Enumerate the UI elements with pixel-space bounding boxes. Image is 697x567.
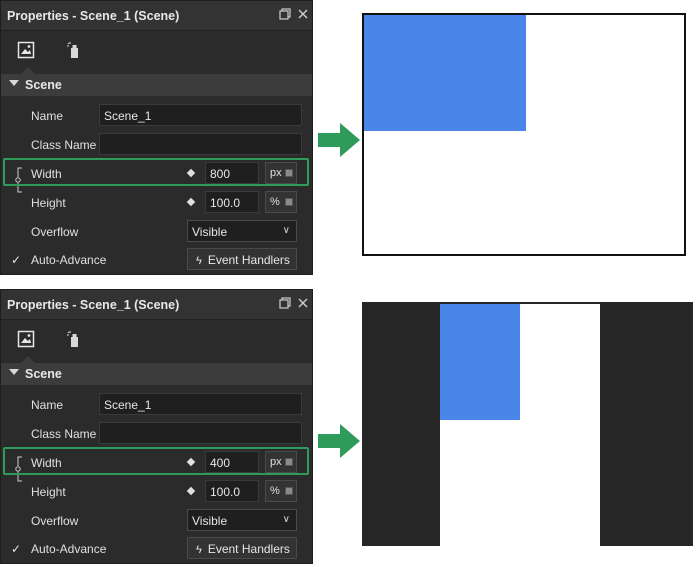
width-row-highlight: [3, 447, 309, 475]
keyframe-diamond-icon[interactable]: [186, 486, 196, 496]
chevron-down-icon: ∨: [282, 514, 290, 525]
blue-element: [440, 304, 520, 420]
scene-preview-1: [362, 13, 686, 256]
name-label: Name: [31, 398, 64, 412]
restore-window-icon[interactable]: [278, 297, 292, 311]
panel-titlebar: Properties - Scene_1 (Scene): [1, 290, 312, 320]
width-row-highlight: [3, 158, 309, 186]
blue-element: [364, 15, 526, 131]
overflow-value: Visible: [192, 225, 228, 239]
image-icon[interactable]: [17, 330, 37, 350]
properties-panel-1: Properties - Scene_1 (Scene) Scene Name …: [0, 0, 313, 275]
name-label: Name: [31, 109, 64, 123]
overflow-value: Visible: [192, 514, 228, 528]
properties-panel-2: Properties - Scene_1 (Scene) Scene Name …: [0, 289, 313, 564]
lightning-icon: ϟ: [196, 544, 202, 556]
overflow-label: Overflow: [31, 514, 79, 528]
class-name-input[interactable]: [99, 133, 302, 155]
class-name-label: Class Name: [31, 138, 97, 152]
collapse-caret-icon[interactable]: [9, 80, 19, 86]
scene-preview-2: [362, 302, 693, 546]
arrow-right-icon: [318, 424, 360, 458]
overflow-label: Overflow: [31, 225, 79, 239]
height-label: Height: [31, 196, 66, 210]
close-icon[interactable]: [296, 8, 310, 22]
height-unit: %: [270, 196, 280, 208]
keyframe-diamond-icon[interactable]: [186, 197, 196, 207]
lightning-icon: ϟ: [196, 255, 202, 267]
checkmark-icon[interactable]: ✓: [11, 254, 23, 266]
overflow-select[interactable]: Visible ∨: [187, 509, 297, 531]
height-label: Height: [31, 485, 66, 499]
arrow-right-icon: [318, 123, 360, 157]
height-unit-selector[interactable]: %: [265, 480, 297, 502]
checkmark-icon[interactable]: ✓: [11, 543, 23, 555]
auto-advance-label: Auto-Advance: [31, 253, 107, 267]
tab-pointer: [21, 67, 35, 74]
tab-pointer: [21, 356, 35, 363]
section-label: Scene: [25, 78, 62, 92]
name-input[interactable]: Scene_1: [99, 104, 302, 126]
event-handlers-label: Event Handlers: [207, 253, 290, 267]
overflow-select[interactable]: Visible ∨: [187, 220, 297, 242]
panel-title: Properties - Scene_1 (Scene): [7, 9, 180, 23]
section-label: Scene: [25, 367, 62, 381]
height-unit: %: [270, 485, 280, 497]
name-input[interactable]: Scene_1: [99, 393, 302, 415]
panel-toolbar: [1, 320, 312, 362]
class-name-input[interactable]: [99, 422, 302, 444]
auto-advance-label: Auto-Advance: [31, 542, 107, 556]
close-icon[interactable]: [296, 297, 310, 311]
panel-toolbar: [1, 31, 312, 73]
event-handlers-button[interactable]: ϟ Event Handlers: [187, 248, 297, 270]
collapse-caret-icon[interactable]: [9, 369, 19, 375]
image-icon[interactable]: [17, 41, 37, 61]
class-name-label: Class Name: [31, 427, 97, 441]
chevron-down-icon: ∨: [282, 225, 290, 236]
panel-titlebar: Properties - Scene_1 (Scene): [1, 1, 312, 31]
height-input[interactable]: 100.0: [205, 480, 259, 502]
scene-section-header[interactable]: Scene: [1, 74, 312, 96]
scene-canvas: [440, 304, 600, 546]
event-handlers-label: Event Handlers: [207, 542, 290, 556]
height-input[interactable]: 100.0: [205, 191, 259, 213]
height-unit-selector[interactable]: %: [265, 191, 297, 213]
event-handlers-button[interactable]: ϟ Event Handlers: [187, 537, 297, 559]
spray-bottle-icon[interactable]: [65, 330, 85, 350]
panel-title: Properties - Scene_1 (Scene): [7, 298, 180, 312]
restore-window-icon[interactable]: [278, 8, 292, 22]
spray-bottle-icon[interactable]: [65, 41, 85, 61]
scene-section-header[interactable]: Scene: [1, 363, 312, 385]
